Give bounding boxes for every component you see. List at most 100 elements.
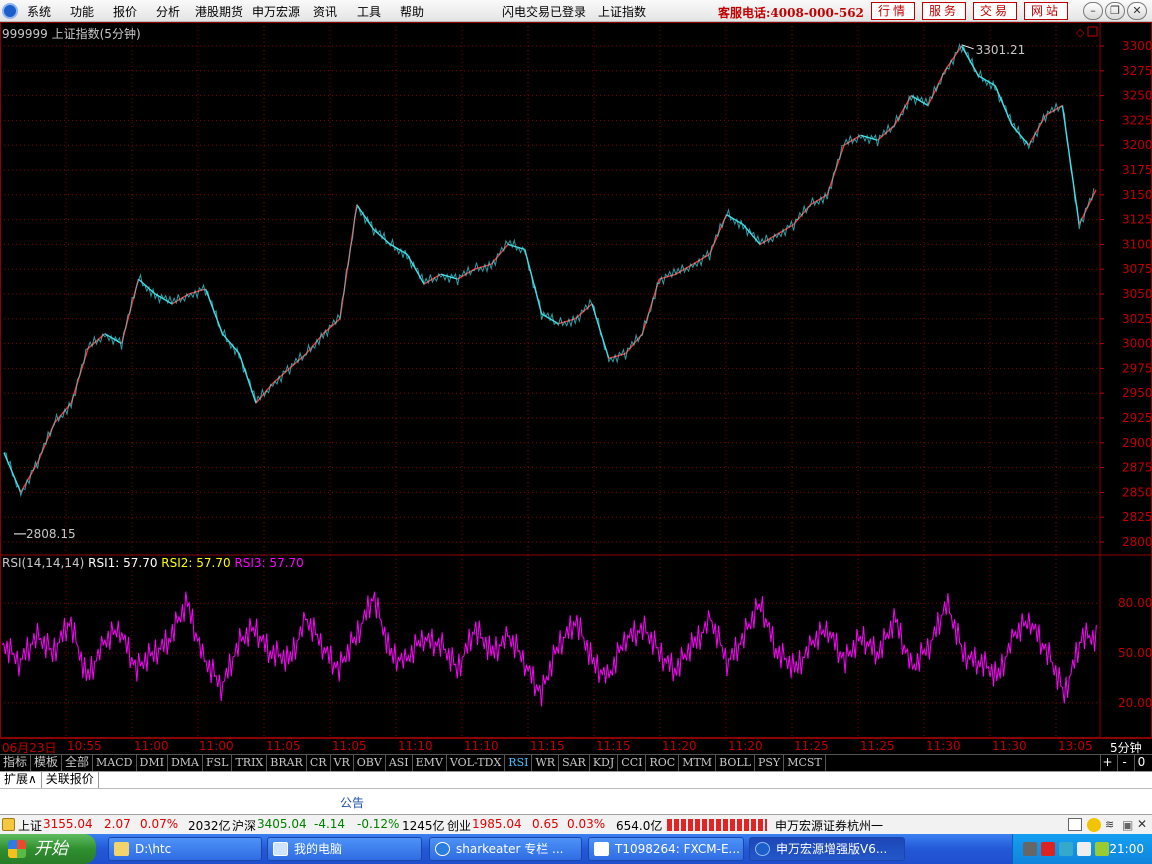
folder-icon xyxy=(114,842,129,856)
sh-value: 3155.04 xyxy=(43,817,93,831)
current-index-name: 上证指数 xyxy=(598,5,647,19)
rsi-tick-label: 50.00 xyxy=(1118,646,1152,660)
login-status: 闪电交易已登录 xyxy=(502,5,587,19)
task-browser[interactable]: sharkeater 专栏 ... xyxy=(429,837,582,861)
price-tick-label: 3150 xyxy=(1122,188,1152,202)
windows-taskbar: 开始 D:\htc 我的电脑 sharkeater 专栏 ... T109826… xyxy=(0,834,1152,864)
tab-trix[interactable]: TRIX xyxy=(232,755,268,771)
menu-news[interactable]: 资讯 xyxy=(313,3,337,20)
expand-bar: 扩展∧ 关联报价 xyxy=(0,771,1152,788)
market-button[interactable]: 行情 xyxy=(871,2,915,20)
tab-brar[interactable]: BRAR xyxy=(267,755,307,771)
menu-tools[interactable]: 工具 xyxy=(357,3,381,20)
tab-cci[interactable]: CCI xyxy=(618,755,647,771)
tab-sar[interactable]: SAR xyxy=(559,755,590,771)
tab-emv[interactable]: EMV xyxy=(413,755,447,771)
tab-cr[interactable]: CR xyxy=(307,755,331,771)
alert-icon[interactable] xyxy=(2,818,15,831)
tab-all[interactable]: 全部 xyxy=(62,755,94,771)
price-tick-label: 2950 xyxy=(1122,386,1152,400)
cy-pct: 0.03% xyxy=(567,817,606,831)
service-button[interactable]: 服务 xyxy=(922,2,966,20)
trade-button[interactable]: 交易 xyxy=(973,2,1017,20)
sh-label: 上证 xyxy=(18,819,43,833)
restore-icon[interactable]: ❐ xyxy=(1105,2,1125,20)
notice-link[interactable]: 公告 xyxy=(340,794,364,811)
tab-asi[interactable]: ASI xyxy=(386,755,413,771)
windows-logo-icon xyxy=(8,840,26,858)
rsi2-value: RSI2: 57.70 xyxy=(161,556,231,570)
tab-psy[interactable]: PSY xyxy=(755,755,785,771)
app-logo-icon[interactable] xyxy=(2,3,18,19)
tab-vol-tdx[interactable]: VOL-TDX xyxy=(447,755,506,771)
expand-tab[interactable]: 扩展∧ xyxy=(0,772,42,788)
tab-dmi[interactable]: DMI xyxy=(137,755,168,771)
rsi-tick-label: 20.00 xyxy=(1118,696,1152,710)
zoom-in-button[interactable]: + xyxy=(1100,755,1114,771)
task-swhy[interactable]: 申万宏源增强版V6... xyxy=(749,837,905,861)
tab-dma[interactable]: DMA xyxy=(168,755,203,771)
menu-analysis[interactable]: 分析 xyxy=(156,3,180,20)
tab-template[interactable]: 模板 xyxy=(31,755,63,771)
minimize-icon[interactable]: – xyxy=(1083,2,1103,20)
task-label: sharkeater 专栏 ... xyxy=(456,842,564,856)
reset-button[interactable]: 0 xyxy=(1134,755,1148,771)
cy-amount: 654.0亿 xyxy=(616,819,663,833)
time-tick: 11:00 xyxy=(199,739,234,753)
task-label: 我的电脑 xyxy=(294,842,343,856)
tab-roc[interactable]: ROC xyxy=(646,755,680,771)
website-button[interactable]: 网站 xyxy=(1024,2,1068,20)
tab-kdj[interactable]: KDJ xyxy=(590,755,619,771)
zoom-out-button[interactable]: - xyxy=(1117,755,1131,771)
notice-bar: 公告 xyxy=(0,788,1152,814)
price-tick-label: 3050 xyxy=(1122,287,1152,301)
hs-label: 沪深 xyxy=(232,819,257,833)
network-icon[interactable] xyxy=(1059,842,1073,856)
price-tick-label: 2850 xyxy=(1122,485,1152,499)
price-segment xyxy=(944,45,963,72)
price-detail-line xyxy=(3,42,1095,498)
tab-macd[interactable]: MACD xyxy=(93,755,137,771)
time-tick: 11:25 xyxy=(794,739,829,753)
time-tick: 11:20 xyxy=(728,739,763,753)
tab-boll[interactable]: BOLL xyxy=(716,755,755,771)
task-folder-htc[interactable]: D:\htc xyxy=(108,837,262,861)
related-quote-tab[interactable]: 关联报价 xyxy=(42,772,99,788)
time-tick: 11:05 xyxy=(266,739,301,753)
tray-app-icon[interactable] xyxy=(1041,842,1055,856)
menu-hk-futures[interactable]: 港股期货 xyxy=(195,3,243,20)
tab-obv[interactable]: OBV xyxy=(354,755,386,771)
volume-icon[interactable] xyxy=(1077,842,1091,856)
price-tick-label: 3225 xyxy=(1122,113,1152,127)
signal-strength-indicator xyxy=(667,819,767,831)
tab-rsi[interactable]: RSI xyxy=(505,755,533,771)
clock: 21:00 xyxy=(1109,842,1144,856)
cy-label: 创业 xyxy=(447,819,472,833)
task-fxcm[interactable]: T1098264: FXCM-E... xyxy=(588,837,744,861)
lock-icon[interactable]: ▣ xyxy=(1122,818,1136,832)
task-my-computer[interactable]: 我的电脑 xyxy=(267,837,422,861)
security-icon[interactable] xyxy=(1095,842,1109,856)
tab-indicator[interactable]: 指标 xyxy=(0,755,32,771)
tab-wr[interactable]: WR xyxy=(532,755,560,771)
kline-chart[interactable]: ◇ 3300 3275 3250 3225 3200 3175 3150 3125 3100 307… xyxy=(0,22,1152,738)
menu-swhy[interactable]: 申万宏源 xyxy=(252,3,300,20)
keyboard-icon[interactable] xyxy=(1023,842,1037,856)
indicator-tab-bar: 指标 模板 全部 MACD DMI DMA FSL TRIX BRAR CR VR OBV ASI EMV… xyxy=(0,754,1152,771)
time-tick: 11:30 xyxy=(992,739,1027,753)
close-icon[interactable]: ✕ xyxy=(1127,2,1147,20)
smiley-icon[interactable] xyxy=(1087,818,1101,832)
tab-mtm[interactable]: MTM xyxy=(679,755,717,771)
message-icon[interactable] xyxy=(1068,818,1082,831)
menu-quote[interactable]: 报价 xyxy=(113,3,137,20)
tab-mcst[interactable]: MCST xyxy=(784,755,826,771)
chart-area[interactable]: ◇ 3300 3275 3250 3225 3200 3175 3150 3125 3100 307… xyxy=(0,22,1152,738)
price-segment xyxy=(1028,115,1047,146)
start-button[interactable]: 开始 xyxy=(0,834,96,864)
menu-system[interactable]: 系统 xyxy=(27,3,51,20)
tab-fsl[interactable]: FSL xyxy=(203,755,233,771)
menu-function[interactable]: 功能 xyxy=(70,3,94,20)
close-status-icon[interactable]: ✕ xyxy=(1137,817,1151,831)
tab-vr[interactable]: VR xyxy=(331,755,354,771)
menu-help[interactable]: 帮助 xyxy=(400,3,424,20)
